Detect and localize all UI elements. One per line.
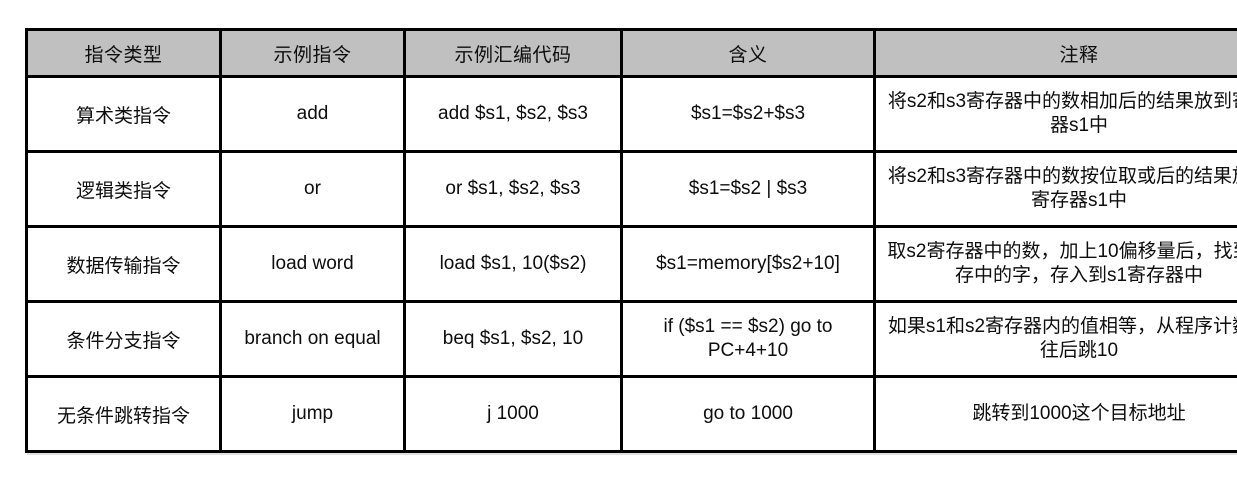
cell-meaning: $s1=memory[$s2+10] bbox=[620, 225, 876, 303]
cell-instruction-type: 算术类指令 bbox=[25, 75, 222, 153]
column-header-note: 注释 bbox=[873, 28, 1237, 78]
cell-note: 如果s1和s2寄存器内的值相等，从程序计数器往后跳10 bbox=[873, 300, 1237, 378]
cell-instruction-type: 无条件跳转指令 bbox=[25, 375, 222, 453]
cell-note: 跳转到1000这个目标地址 bbox=[873, 375, 1237, 453]
cell-instruction-type: 逻辑类指令 bbox=[25, 150, 222, 228]
cell-example-assembly: load $s1, 10($s2) bbox=[403, 225, 623, 303]
table-row: 逻辑类指令 or or $s1, $s2, $s3 $s1=$s2 | $s3 … bbox=[25, 150, 1237, 228]
cell-example-assembly: beq $s1, $s2, 10 bbox=[403, 300, 623, 378]
table-header-row: 指令类型 示例指令 示例汇编代码 含义 注释 bbox=[25, 28, 1237, 78]
cell-example-assembly: or $s1, $s2, $s3 bbox=[403, 150, 623, 228]
cell-instruction-type: 条件分支指令 bbox=[25, 300, 222, 378]
cell-example-instruction: branch on equal bbox=[219, 300, 406, 378]
table-row: 条件分支指令 branch on equal beq $s1, $s2, 10 … bbox=[25, 300, 1237, 378]
instruction-table-container: 指令类型 示例指令 示例汇编代码 含义 注释 算术类指令 add add $s1… bbox=[25, 28, 1237, 453]
mips-instruction-table: 指令类型 示例指令 示例汇编代码 含义 注释 算术类指令 add add $s1… bbox=[25, 28, 1237, 453]
cell-note: 取s2寄存器中的数，加上10偏移量后，找到内存中的字，存入到s1寄存器中 bbox=[873, 225, 1237, 303]
cell-example-instruction: add bbox=[219, 75, 406, 153]
cell-example-instruction: or bbox=[219, 150, 406, 228]
cell-example-assembly: j 1000 bbox=[403, 375, 623, 453]
cell-note: 将s2和s3寄存器中的数按位取或后的结果放到寄存器s1中 bbox=[873, 150, 1237, 228]
cell-instruction-type: 数据传输指令 bbox=[25, 225, 222, 303]
table-row: 数据传输指令 load word load $s1, 10($s2) $s1=m… bbox=[25, 225, 1237, 303]
column-header-example-assembly: 示例汇编代码 bbox=[403, 28, 623, 78]
cell-meaning: if ($s1 == $s2) go to PC+4+10 bbox=[620, 300, 876, 378]
cell-example-instruction: jump bbox=[219, 375, 406, 453]
table-body: 算术类指令 add add $s1, $s2, $s3 $s1=$s2+$s3 … bbox=[25, 75, 1237, 453]
cell-meaning: $s1=$s2 | $s3 bbox=[620, 150, 876, 228]
cell-example-instruction: load word bbox=[219, 225, 406, 303]
column-header-example-instruction: 示例指令 bbox=[219, 28, 406, 78]
table-header: 指令类型 示例指令 示例汇编代码 含义 注释 bbox=[25, 28, 1237, 78]
cell-example-assembly: add $s1, $s2, $s3 bbox=[403, 75, 623, 153]
cell-note: 将s2和s3寄存器中的数相加后的结果放到寄存器s1中 bbox=[873, 75, 1237, 153]
table-row: 无条件跳转指令 jump j 1000 go to 1000 跳转到1000这个… bbox=[25, 375, 1237, 453]
column-header-meaning: 含义 bbox=[620, 28, 876, 78]
table-row: 算术类指令 add add $s1, $s2, $s3 $s1=$s2+$s3 … bbox=[25, 75, 1237, 153]
cell-meaning: go to 1000 bbox=[620, 375, 876, 453]
cell-meaning: $s1=$s2+$s3 bbox=[620, 75, 876, 153]
column-header-instruction-type: 指令类型 bbox=[25, 28, 222, 78]
